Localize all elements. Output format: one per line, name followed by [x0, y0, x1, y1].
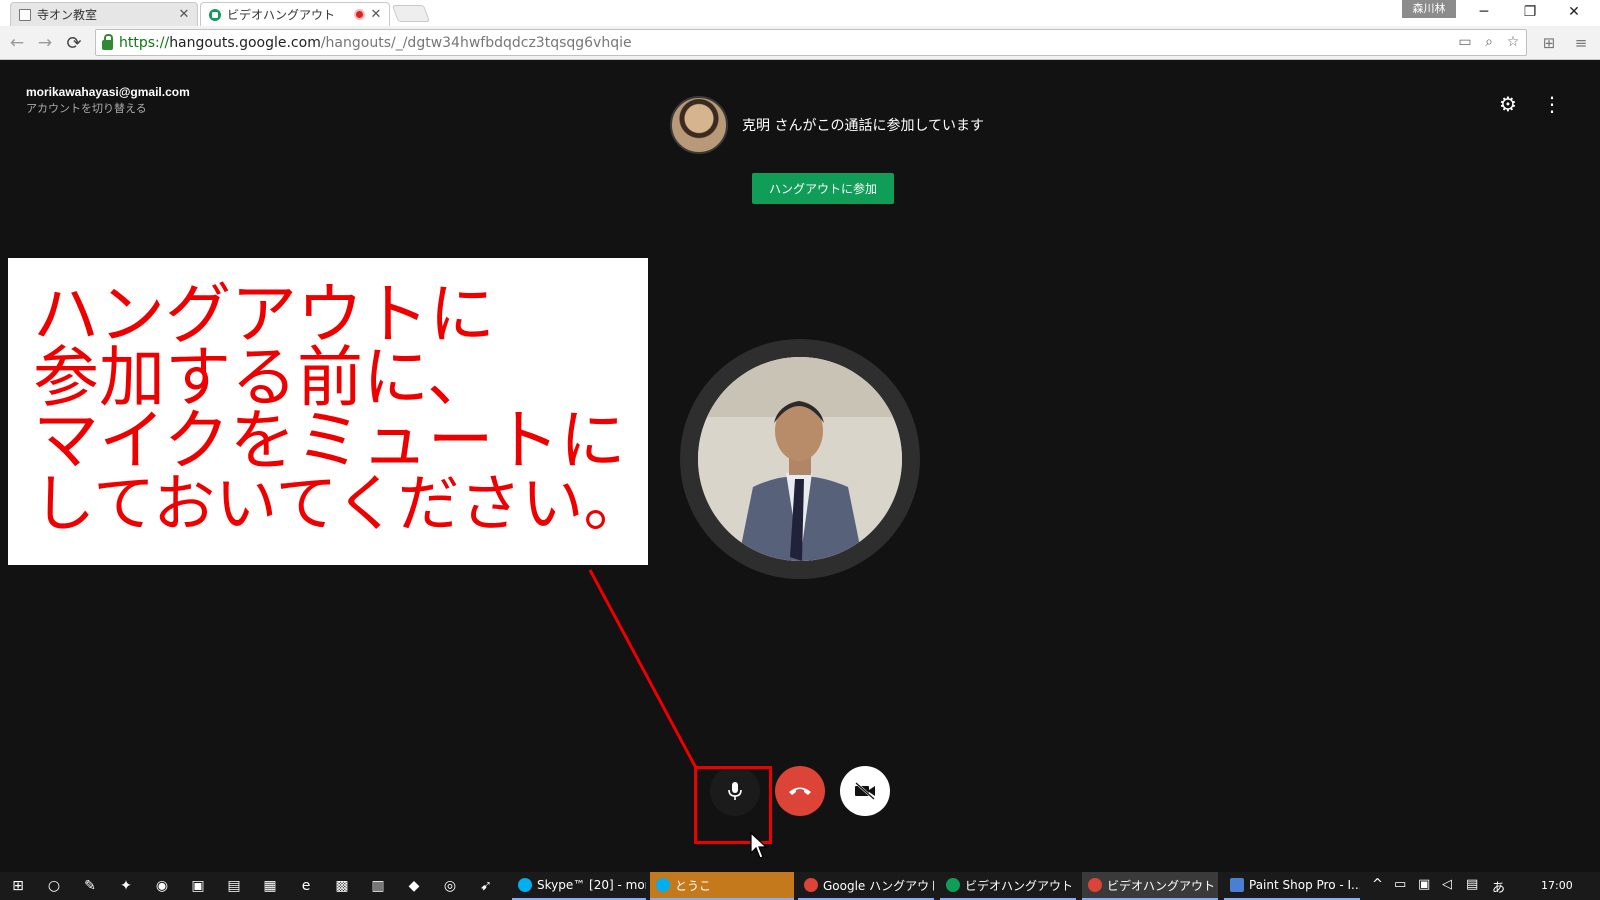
chrome-icon: [804, 878, 818, 892]
tab-video-hangout[interactable]: ビデオハングアウト ✕: [200, 2, 390, 26]
taskbar-app-paintshop[interactable]: Paint Shop Pro - I...: [1224, 872, 1360, 900]
ime-indicator[interactable]: あ: [1492, 877, 1505, 896]
browser-toolbar: ← → ⟳ https://hangouts.google.com/hangou…: [0, 26, 1600, 60]
taskbar-app-skype-chat[interactable]: とうこ: [650, 872, 794, 900]
taskbar-app-hangouts[interactable]: ビデオハングアウト - G...: [940, 872, 1076, 900]
app-icon[interactable]: ◎: [440, 876, 460, 896]
chrome-icon: [1088, 878, 1102, 892]
gear-icon[interactable]: ⚙: [1496, 92, 1520, 116]
taskbar-app-label: ビデオハングアウト - G...: [1107, 878, 1218, 893]
network-icon[interactable]: ▣: [1418, 877, 1430, 892]
chevron-up-icon[interactable]: ^: [1372, 877, 1383, 892]
account-info[interactable]: morikawahayasi@gmail.com アカウントを切り替える: [26, 85, 190, 116]
taskbar-app-label: ビデオハングアウト - G...: [965, 878, 1076, 893]
edge-icon[interactable]: e: [296, 876, 316, 896]
phone-hangup-icon: [789, 787, 811, 795]
url-host: hangouts.google.com: [169, 34, 321, 51]
reload-icon[interactable]: ⟳: [63, 32, 85, 54]
annotation-line: しておいてください。: [33, 467, 646, 540]
annotation-line: マイクをミュートに: [33, 402, 626, 479]
app-icon[interactable]: ▩: [332, 876, 352, 896]
app-icon[interactable]: ◆: [404, 876, 424, 896]
taskbar-app-chrome-active[interactable]: ビデオハングアウト - G...: [1082, 872, 1218, 900]
join-hangout-button[interactable]: ハングアウトに参加: [752, 173, 894, 204]
person-photo: [698, 357, 902, 561]
hangout-area: morikawahayasi@gmail.com アカウントを切り替える ⚙ ⋮…: [0, 60, 1600, 872]
tab-title: 寺オン教室: [37, 8, 98, 22]
url-scheme: https://: [119, 34, 170, 51]
camera-off-icon: [855, 782, 875, 800]
address-bar[interactable]: https://hangouts.google.com/hangouts/_/d…: [95, 29, 1527, 56]
restore-icon[interactable]: ❐: [1508, 0, 1552, 24]
paint-shop-icon: [1230, 878, 1244, 892]
tab-teraon[interactable]: 寺オン教室 ✕: [10, 2, 198, 26]
hangouts-icon: [209, 8, 221, 21]
recording-icon: [354, 9, 365, 20]
annotation-box: ハングアウトに 参加する前に、 マイクをミュートに しておいてください。: [8, 258, 648, 565]
more-options-icon[interactable]: ⋮: [1540, 92, 1564, 116]
app-icon[interactable]: ▦: [260, 876, 280, 896]
menu-icon[interactable]: ≡: [1572, 34, 1590, 52]
app-icon[interactable]: ▥: [368, 876, 388, 896]
rss-icon[interactable]: ⊞: [1540, 34, 1558, 52]
lock-icon: [102, 34, 113, 50]
taskbar-app-label: とうこ: [675, 878, 712, 893]
app-icon[interactable]: ▣: [188, 876, 208, 896]
editor-icon[interactable]: ✎: [80, 876, 100, 896]
notification-icon[interactable]: ▤: [1466, 877, 1478, 892]
mouse-cursor-icon: [750, 832, 768, 859]
star-icon[interactable]: ☆: [1504, 33, 1522, 51]
taskbar-app-chrome[interactable]: Google ハングアウト...: [798, 872, 934, 900]
window-icon[interactable]: ▤: [224, 876, 244, 896]
account-email: morikawahayasi@gmail.com: [26, 85, 190, 99]
close-window-icon[interactable]: ✕: [1552, 0, 1596, 24]
skype-icon: [518, 878, 532, 892]
taskbar-app-label: Skype™ [20] - mori...: [537, 878, 646, 892]
self-avatar: [698, 357, 902, 561]
forward-icon[interactable]: →: [34, 32, 56, 54]
back-icon[interactable]: ←: [6, 32, 28, 54]
chrome-icon[interactable]: ◉: [152, 876, 172, 896]
app-icon[interactable]: ➹: [476, 876, 496, 896]
self-avatar-ring: [680, 339, 920, 579]
app-icon[interactable]: ✦: [116, 876, 136, 896]
windows-start-icon[interactable]: ⊞: [8, 876, 28, 896]
tab-title: ビデオハングアウト: [227, 8, 336, 22]
minimize-icon[interactable]: ─: [1462, 0, 1506, 24]
participant-avatar: [670, 96, 728, 154]
close-tab-icon[interactable]: ✕: [177, 7, 191, 22]
url-path: /hangouts/_/dgtw34hwfbdqdcz3tqsqg6vhqie: [320, 34, 632, 51]
participant-status: 克明 さんがこの通話に参加しています: [742, 118, 985, 134]
cortana-icon[interactable]: ○: [44, 876, 64, 896]
volume-icon[interactable]: ◁: [1442, 877, 1452, 892]
battery-icon[interactable]: ▭: [1394, 877, 1406, 892]
taskbar-app-label: Google ハングアウト...: [823, 878, 934, 893]
zoom-icon[interactable]: ⌕: [1480, 33, 1498, 51]
page-icon: [19, 8, 31, 21]
clock[interactable]: 17:00: [1541, 879, 1573, 892]
profile-badge[interactable]: 森川林: [1402, 0, 1456, 18]
hangouts-icon: [946, 878, 960, 892]
taskbar-app-label: Paint Shop Pro - I...: [1249, 878, 1360, 892]
participant-info: 克明 さんがこの通話に参加しています: [670, 96, 984, 154]
video-off-button[interactable]: [840, 766, 890, 816]
skype-icon: [656, 878, 670, 892]
close-tab-icon[interactable]: ✕: [369, 7, 383, 22]
new-tab-button[interactable]: [391, 5, 431, 22]
taskbar-app-skype[interactable]: Skype™ [20] - mori...: [512, 872, 646, 900]
camera-icon[interactable]: ▭: [1456, 33, 1474, 51]
taskbar: ⊞ ○ ✎ ✦ ◉ ▣ ▤ ▦ e ▩ ▥ ◆ ◎ ➹ Skype™ [20] …: [0, 872, 1600, 900]
screen: 寺オン教室 ✕ ビデオハングアウト ✕ 森川林 ─ ❐ ✕ ← → ⟳ http…: [0, 0, 1600, 900]
hang-up-button[interactable]: [775, 766, 825, 816]
tab-strip: 寺オン教室 ✕ ビデオハングアウト ✕ 森川林 ─ ❐ ✕: [0, 0, 1600, 26]
switch-account-link[interactable]: アカウントを切り替える: [26, 100, 190, 116]
